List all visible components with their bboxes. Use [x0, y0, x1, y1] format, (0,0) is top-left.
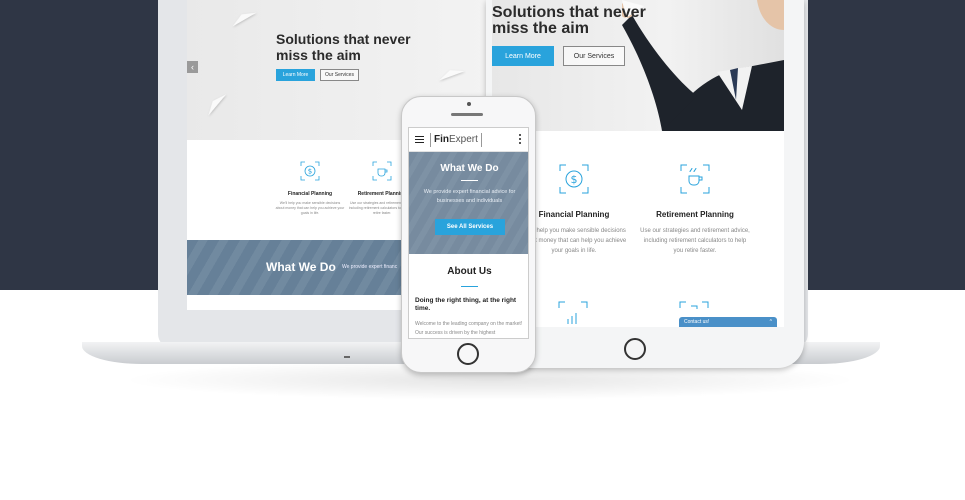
title-divider	[461, 180, 478, 181]
svg-text:$: $	[571, 173, 578, 186]
svg-text:$: $	[308, 168, 312, 176]
coffee-cup-icon	[372, 161, 392, 181]
dollar-circle-icon: $	[559, 164, 589, 194]
tablet-hero: Solutions that never miss the aim Learn …	[492, 0, 784, 131]
learn-more-button[interactable]: Learn More	[492, 46, 554, 66]
contact-us-bar[interactable]: Contact us! ^	[679, 317, 777, 327]
finexpert-logo[interactable]: FinExpert	[430, 133, 482, 147]
hero-title: Solutions that never miss the aim	[492, 4, 646, 37]
tablet-home-button[interactable]	[624, 338, 646, 360]
service-text: Use our strategies and retirement advice…	[640, 228, 750, 254]
hero-title: Solutions that never miss the aim	[276, 31, 411, 63]
more-options-icon[interactable]	[519, 134, 521, 146]
service-text: We'll help you make sensible decisions a…	[275, 201, 345, 215]
briefcase-icon	[679, 301, 709, 309]
logo-rest: Expert	[449, 134, 478, 145]
chevron-up-icon: ^	[769, 319, 772, 325]
paper-plane-image	[436, 65, 466, 81]
mobile-navbar: FinExpert	[409, 128, 528, 152]
service-retirement-planning[interactable]: Retirement Planning Use our strategies a…	[640, 163, 750, 256]
band-text: We provide expert financ	[342, 264, 398, 270]
service-financial-planning[interactable]: $ Financial Planning We'll help you make…	[275, 160, 345, 216]
phone-speaker	[451, 113, 483, 116]
paper-plane-image	[229, 7, 257, 27]
learn-more-button[interactable]: Learn More	[276, 69, 315, 81]
logo-bold: Fin	[434, 134, 449, 145]
section-text: We provide expert financial advice for b…	[423, 189, 516, 204]
service-title: Financial Planning	[287, 191, 333, 197]
band-title: What We Do	[266, 260, 336, 274]
our-services-button[interactable]: Our Services	[563, 46, 625, 66]
about-us-title: About Us	[447, 266, 492, 277]
coffee-cup-icon	[680, 164, 710, 194]
phone-camera	[467, 102, 471, 106]
our-services-button[interactable]: Our Services	[320, 69, 359, 81]
phone-screen: FinExpert What We Do We provide expert f…	[408, 127, 529, 339]
bar-chart-icon	[558, 301, 588, 324]
hamburger-menu-icon[interactable]	[415, 136, 424, 143]
contact-label: Contact us!	[684, 319, 710, 325]
phone-home-button[interactable]	[457, 343, 479, 365]
about-heading: Doing the right thing, at the right time…	[415, 297, 517, 312]
title-divider	[461, 286, 478, 287]
section-title: What We Do	[440, 163, 499, 174]
dollar-circle-icon: $	[300, 161, 320, 181]
laptop-indicator	[344, 356, 350, 358]
paper-plane-image	[203, 90, 227, 116]
slider-prev-arrow[interactable]: ‹	[187, 61, 198, 73]
service-title: Retirement Planning	[656, 210, 734, 219]
about-body: Welcome to the leading company on the ma…	[415, 321, 523, 336]
see-all-services-button[interactable]: See All Services	[435, 219, 505, 235]
what-we-do-section: What We Do We provide expert financial a…	[409, 152, 528, 254]
